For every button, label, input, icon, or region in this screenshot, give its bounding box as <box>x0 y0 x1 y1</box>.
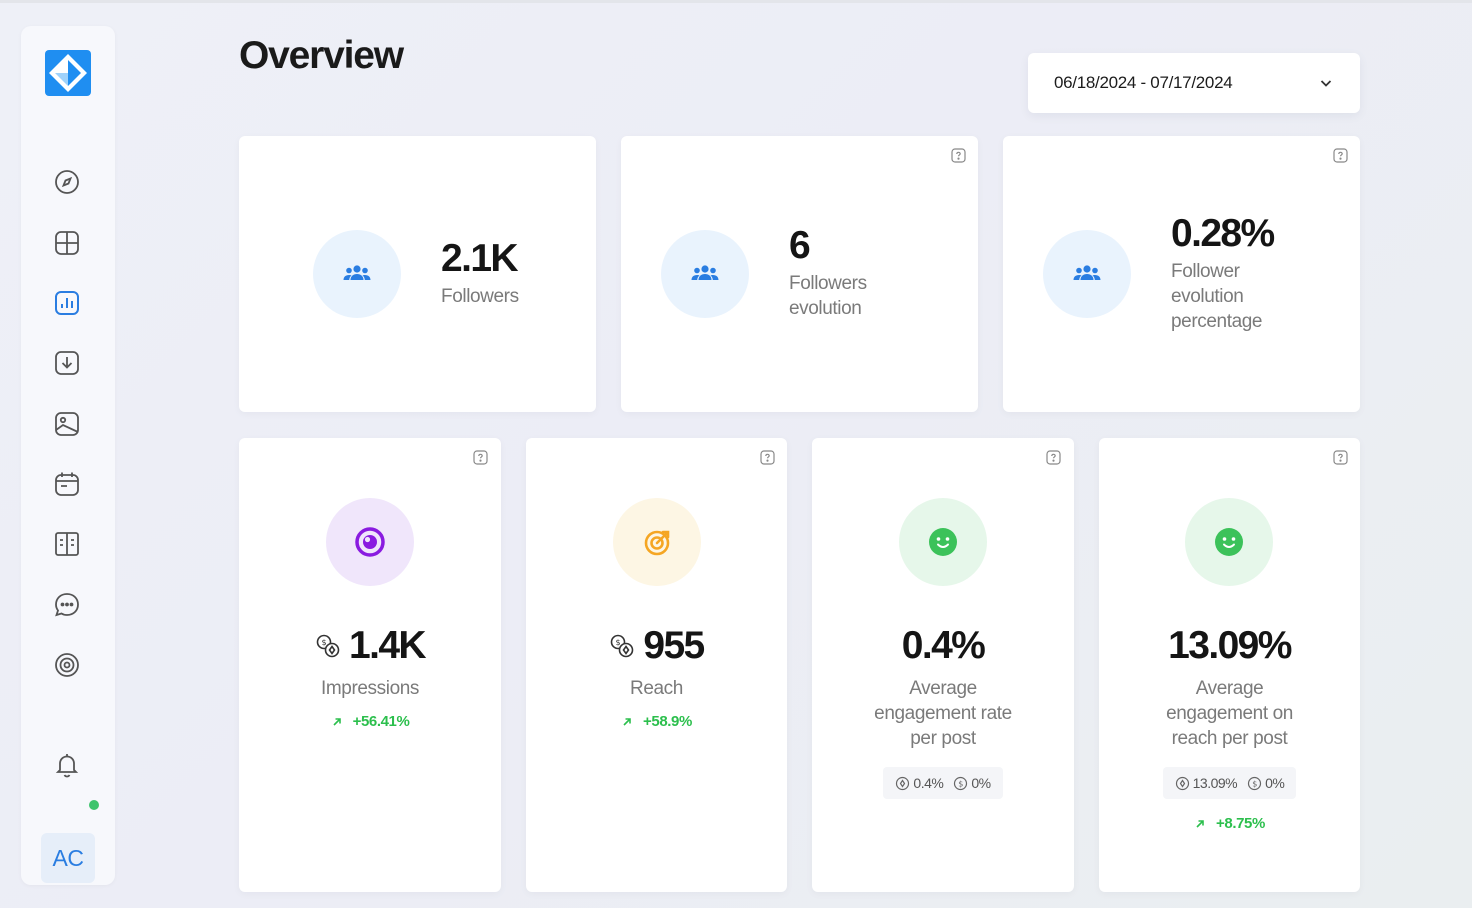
bar-chart-icon[interactable] <box>53 289 81 317</box>
compass-icon[interactable] <box>53 168 81 196</box>
followers-evolution-label: Followers evolution <box>789 273 867 319</box>
impressions-trend: +56.41% <box>239 713 501 730</box>
signal-icon[interactable] <box>53 651 81 679</box>
target-icon-circle <box>613 498 701 586</box>
users-icon <box>1073 265 1101 280</box>
help-icon[interactable] <box>1333 148 1348 163</box>
follower-evolution-percentage-card: 0.28% Follower evolution percentage <box>1003 136 1360 412</box>
users-icon-circle <box>313 230 401 318</box>
chat-icon[interactable] <box>53 591 81 619</box>
arrow-up-right-icon <box>333 717 341 726</box>
arrow-up-right-icon <box>623 717 631 726</box>
image-icon[interactable] <box>53 410 81 438</box>
sidebar: AC <box>21 26 115 885</box>
engagement-on-reach-card: 13.09% Average engagement on reach per p… <box>1099 438 1360 892</box>
users-icon <box>691 265 719 280</box>
target-icon <box>644 530 670 556</box>
help-icon[interactable] <box>1333 450 1348 465</box>
follower-evolution-percentage-label: Follower evolution percentage <box>1171 261 1263 332</box>
coins-icon: $ <box>316 634 340 658</box>
app-logo[interactable] <box>45 50 91 96</box>
window-top-border <box>0 0 1472 3</box>
followers-evolution-value: 6 <box>789 224 811 267</box>
svg-text:$: $ <box>321 638 326 647</box>
book-icon[interactable] <box>53 530 81 558</box>
smile-icon <box>1215 528 1243 556</box>
help-icon[interactable] <box>951 148 966 163</box>
coins-icon: $ <box>611 634 634 658</box>
engagement-on-reach-value: 13.09% <box>1168 624 1292 667</box>
users-icon-circle <box>661 230 749 318</box>
reach-trend: +58.9% <box>526 713 787 730</box>
reach-value: 955 <box>643 624 705 667</box>
users-icon-circle <box>1043 230 1131 318</box>
engagement-on-reach-label: Average engagement on reach per post <box>1166 678 1293 749</box>
impressions-label: Impressions <box>320 678 420 699</box>
impressions-card: $ 1.4K Impressions +56.41% <box>239 438 501 892</box>
followers-card: 2.1K Followers <box>239 136 596 412</box>
followers-label: Followers <box>441 286 519 307</box>
page-title: Overview <box>239 34 404 77</box>
svg-text:$: $ <box>616 638 621 647</box>
reach-label: Reach <box>630 678 683 699</box>
help-icon[interactable] <box>760 450 775 465</box>
arrow-up-right-icon <box>1196 819 1204 828</box>
svg-text:$: $ <box>959 779 964 788</box>
smile-icon <box>929 528 957 556</box>
engagement-on-reach-trend: +8.75% <box>1099 815 1360 832</box>
layout-icon[interactable] <box>53 229 81 257</box>
eye-target-icon <box>355 527 385 557</box>
engagement-breakdown-pill: 13.09% $ 0% <box>1162 767 1297 799</box>
download-icon[interactable] <box>53 349 81 377</box>
engagement-breakdown-pill: 0.4% $ 0% <box>883 767 1003 799</box>
date-range-picker[interactable]: 06/18/2024 - 07/17/2024 <box>1028 53 1360 113</box>
paid-icon: $ <box>954 776 968 790</box>
followers-value: 2.1K <box>441 237 519 280</box>
svg-text:$: $ <box>1252 779 1257 788</box>
help-icon[interactable] <box>473 450 488 465</box>
engagement-rate-label: Average engagement rate per post <box>874 678 1012 749</box>
date-range-value: 06/18/2024 - 07/17/2024 <box>1054 73 1233 92</box>
follower-evolution-percentage-value: 0.28% <box>1171 212 1275 255</box>
users-icon <box>343 265 371 280</box>
online-status-dot <box>89 800 99 810</box>
eye-target-icon-circle <box>326 498 414 586</box>
smile-icon-circle <box>899 498 987 586</box>
engagement-rate-value: 0.4% <box>901 624 986 667</box>
smile-icon-circle <box>1185 498 1273 586</box>
chevron-down-icon <box>1320 80 1332 87</box>
reach-card: $ 955 Reach +58.9% <box>526 438 787 892</box>
followers-evolution-card: 6 Followers evolution <box>621 136 978 412</box>
help-icon[interactable] <box>1046 450 1061 465</box>
organic-icon <box>1175 776 1189 790</box>
organic-icon <box>896 776 910 790</box>
paid-icon: $ <box>1248 776 1262 790</box>
avatar[interactable]: AC <box>41 833 95 883</box>
bell-icon[interactable] <box>53 751 81 779</box>
impressions-value: 1.4K <box>349 624 427 667</box>
engagement-rate-card: 0.4% Average engagement rate per post 0.… <box>812 438 1074 892</box>
calendar-icon[interactable] <box>53 470 81 498</box>
